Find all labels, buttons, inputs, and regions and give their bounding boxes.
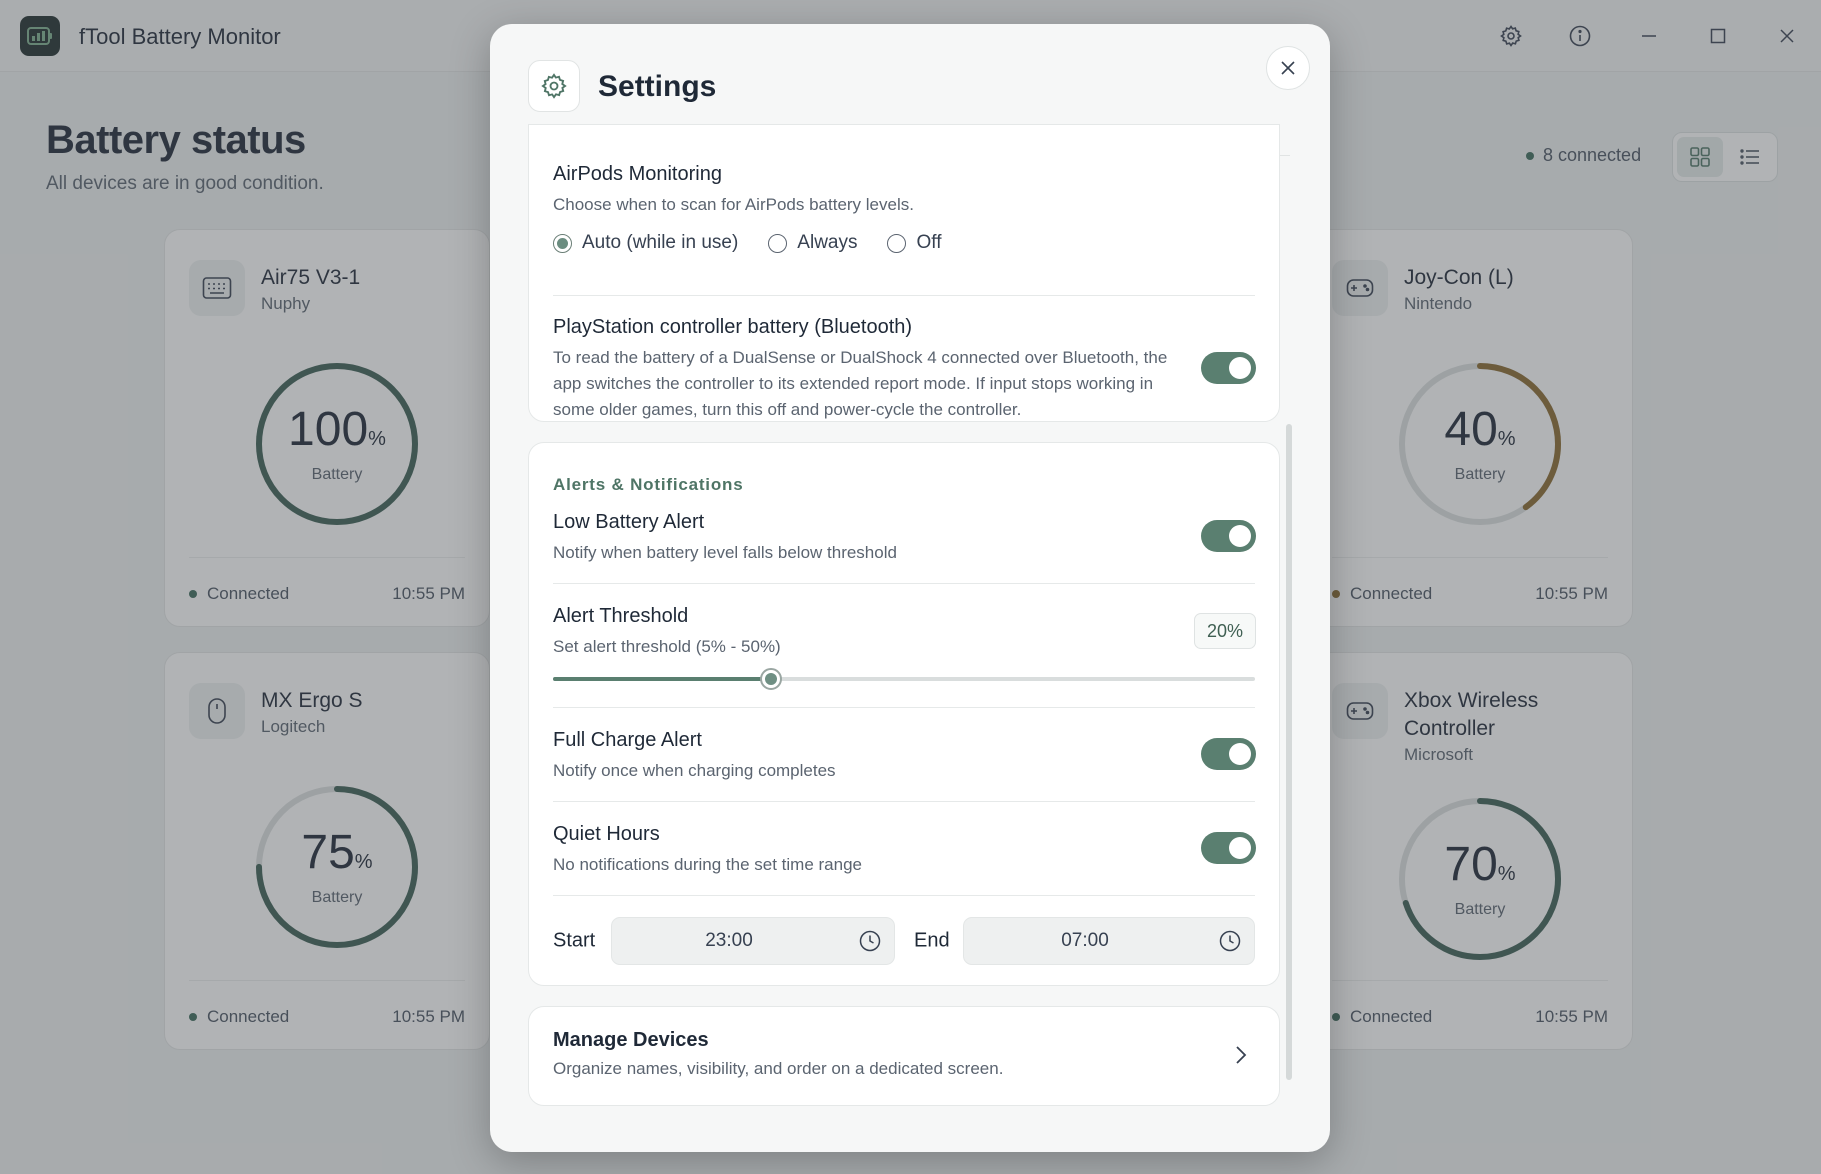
manage-devices-title: Manage Devices — [553, 1029, 709, 1051]
radio-always[interactable]: Always — [768, 232, 857, 254]
start-time-input[interactable]: 23:00 — [611, 917, 895, 965]
threshold-desc: Set alert threshold (5% - 50%) — [553, 637, 781, 656]
low-battery-toggle[interactable] — [1201, 520, 1256, 552]
close-icon — [1281, 61, 1295, 75]
playstation-toggle[interactable] — [1201, 352, 1256, 384]
clock-icon — [846, 930, 894, 952]
end-label: End — [914, 929, 950, 952]
radio-label: Off — [916, 232, 942, 253]
start-time-value: 23:00 — [705, 930, 753, 951]
radio-auto[interactable]: Auto (while in use) — [553, 232, 738, 254]
radio-label: Always — [797, 232, 858, 253]
quiet-hours-title: Quiet Hours — [553, 823, 660, 845]
full-charge-desc: Notify once when charging completes — [553, 761, 836, 780]
radio-unselected-icon — [887, 233, 907, 253]
divider — [553, 801, 1255, 802]
airpods-desc: Choose when to scan for AirPods battery … — [553, 195, 914, 214]
threshold-slider-fill — [553, 677, 771, 681]
divider — [553, 583, 1255, 584]
settings-gear-icon — [528, 60, 580, 112]
radio-selected-icon — [553, 233, 572, 253]
device-settings-section: AirPods Monitoring Choose when to scan f… — [528, 124, 1280, 422]
radio-off[interactable]: Off — [887, 232, 941, 254]
clock-icon — [1206, 930, 1254, 952]
airpods-title: AirPods Monitoring — [553, 163, 722, 185]
settings-dialog: Settings AirPods Monitoring Choose when … — [490, 24, 1330, 1152]
full-charge-toggle[interactable] — [1201, 738, 1256, 770]
divider — [553, 895, 1255, 896]
full-charge-title: Full Charge Alert — [553, 729, 702, 751]
threshold-value-badge: 20% — [1194, 613, 1256, 649]
divider — [553, 295, 1255, 296]
end-time-input[interactable]: 07:00 — [963, 917, 1255, 965]
chevron-right-icon — [1235, 1045, 1247, 1070]
manage-devices-desc: Organize names, visibility, and order on… — [553, 1059, 1004, 1078]
quiet-hours-desc: No notifications during the set time ran… — [553, 855, 863, 874]
divider — [553, 707, 1255, 708]
manage-devices-row[interactable]: Manage Devices Organize names, visibilit… — [528, 1006, 1280, 1106]
playstation-desc: To read the battery of a DualSense or Du… — [553, 348, 1168, 419]
playstation-title: PlayStation controller battery (Bluetoot… — [553, 316, 913, 338]
start-label: Start — [553, 929, 596, 952]
quiet-hours-toggle[interactable] — [1201, 832, 1256, 864]
low-battery-title: Low Battery Alert — [553, 511, 705, 533]
threshold-slider-thumb[interactable] — [759, 668, 782, 690]
close-dialog-button[interactable] — [1266, 46, 1310, 90]
low-battery-desc: Notify when battery level falls below th… — [553, 543, 897, 562]
end-time-value: 07:00 — [1061, 930, 1109, 951]
threshold-title: Alert Threshold — [553, 605, 689, 627]
dialog-title: Settings — [598, 70, 717, 103]
radio-label: Auto (while in use) — [582, 232, 739, 253]
alerts-section: Alerts & Notifications Low Battery Alert… — [528, 442, 1280, 986]
section-label: Alerts & Notifications — [553, 475, 744, 494]
dialog-scrollbar[interactable] — [1286, 424, 1292, 1080]
airpods-radio-group: Auto (while in use) Always Off — [553, 232, 1253, 254]
radio-unselected-icon — [768, 233, 788, 253]
